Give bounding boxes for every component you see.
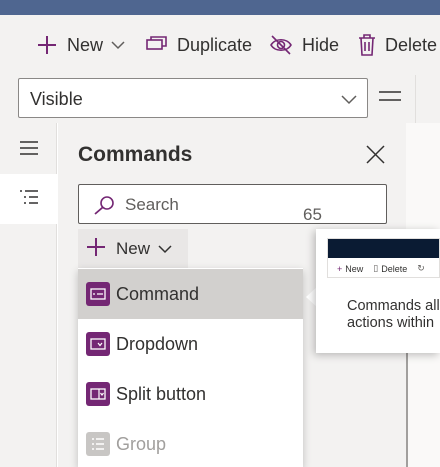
tooltip-preview-image: + New ▯ Delete ↻: [327, 238, 440, 278]
hide-button-label: Hide: [302, 34, 340, 55]
menu-item-label: Dropdown: [116, 333, 199, 354]
plus-icon: [36, 34, 58, 56]
new-button[interactable]: New: [36, 33, 125, 57]
partial-value-text: 65: [303, 205, 322, 224]
search-input[interactable]: Search: [78, 184, 387, 224]
menu-item-command[interactable]: Command: [78, 269, 303, 319]
tooltip-description: Commands all actions within: [347, 298, 440, 332]
command-tooltip: + New ▯ Delete ↻ Commands all actions wi…: [316, 229, 440, 353]
tooltip-description-line: Commands all: [347, 298, 440, 314]
app-window: New Duplicate Hide Delete Visible Comman…: [0, 0, 440, 467]
property-dropdown[interactable]: Visible: [18, 78, 368, 118]
duplicate-button[interactable]: Duplicate: [146, 33, 252, 57]
hide-button[interactable]: Hide: [269, 33, 339, 57]
panel-title: Commands: [78, 143, 193, 166]
plus-icon: +: [337, 263, 343, 274]
group-icon: [86, 432, 110, 456]
new-button-label: New: [67, 34, 104, 55]
close-icon[interactable]: [366, 145, 385, 169]
delete-button[interactable]: Delete: [358, 33, 437, 57]
trash-icon: ▯: [373, 263, 379, 273]
duplicate-icon: [146, 36, 168, 54]
refresh-icon: ↻: [417, 263, 425, 273]
delete-button-label: Delete: [385, 34, 438, 55]
property-bar: Visible: [0, 75, 440, 123]
preview-command-bar: + New ▯ Delete ↻: [328, 258, 439, 277]
panel-new-button-label: New: [116, 239, 151, 258]
menu-item-dropdown[interactable]: Dropdown: [78, 319, 303, 369]
plus-icon: [86, 237, 106, 262]
menu-item-split-button[interactable]: Split button: [78, 369, 303, 419]
trash-icon: [358, 34, 376, 56]
menu-item-label: Command: [116, 283, 200, 304]
preview-new-label: New: [345, 263, 364, 274]
search-placeholder: Search: [125, 195, 179, 214]
command-toolbar: New Duplicate Hide Delete: [0, 15, 440, 75]
left-rail: [0, 123, 57, 467]
search-icon: [93, 195, 115, 220]
tooltip-description-line: actions within: [347, 315, 435, 331]
tree-view-icon: [19, 189, 39, 210]
divider: [415, 75, 416, 123]
preview-header: [328, 239, 439, 258]
split-button-icon: [86, 382, 110, 406]
hamburger-menu-button[interactable]: [0, 125, 57, 175]
menu-item-label: Split button: [116, 383, 207, 404]
menu-item-label: Group: [116, 433, 167, 454]
chevron-down-icon: [341, 92, 357, 110]
property-dropdown-value: Visible: [30, 89, 83, 109]
new-dropdown-menu: Command Dropdown Split button Group: [78, 268, 303, 467]
hamburger-icon: [19, 140, 39, 161]
menu-item-group: Group: [78, 419, 303, 467]
equals-icon[interactable]: [378, 87, 402, 110]
title-bar: [0, 0, 440, 15]
command-icon: [86, 282, 110, 306]
preview-delete-label: Delete: [381, 263, 408, 274]
dropdown-icon: [86, 332, 110, 356]
chevron-down-icon: [111, 40, 125, 50]
panel-new-button[interactable]: New: [78, 229, 188, 269]
chevron-down-icon: [158, 239, 172, 259]
eye-off-icon: [269, 35, 293, 55]
tree-view-button[interactable]: [0, 174, 57, 224]
duplicate-button-label: Duplicate: [177, 34, 253, 55]
